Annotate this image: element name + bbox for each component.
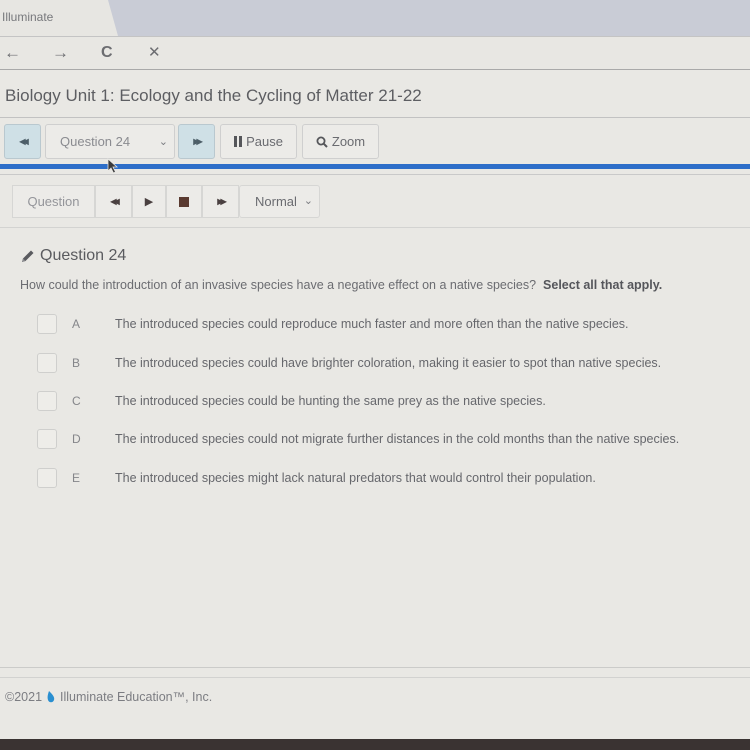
test-toolbar: ◀◀ Question 24 ⌄ ▶▶ Pause Zoom [0, 124, 750, 160]
back-arrow-icon[interactable]: ← [4, 43, 21, 63]
browser-tab[interactable]: Illuminate [0, 0, 118, 36]
audio-play-button[interactable]: ▶ [132, 185, 166, 218]
close-icon[interactable]: ✕ [148, 43, 161, 63]
option-text: The introduced species might lack natura… [115, 471, 596, 485]
browser-tab-strip: Illuminate [0, 0, 750, 36]
zoom-label: Zoom [331, 134, 366, 149]
answer-option-b[interactable]: B The introduced species could have brig… [37, 351, 749, 375]
browser-tab-title: Illuminate [2, 10, 54, 24]
option-letter: E [72, 471, 81, 485]
magnifier-icon [316, 136, 328, 148]
chevron-down-icon: ⌄ [158, 136, 168, 148]
double-chevron-left-icon: ◀◀ [19, 137, 28, 146]
pause-label: Pause [246, 134, 283, 149]
question-select-value: Question 24 [60, 134, 131, 149]
question-prompt: How could the introduction of an invasiv… [20, 278, 662, 292]
page-header: Biology Unit 1: Ecology and the Cycling … [0, 70, 750, 118]
checkbox[interactable] [37, 353, 57, 373]
answer-option-e[interactable]: E The introduced species might lack natu… [37, 466, 749, 490]
question-text: How could the introduction of an invasiv… [20, 278, 537, 292]
illuminate-logo-icon [47, 691, 55, 703]
answer-option-c[interactable]: C The introduced species could be huntin… [37, 389, 749, 413]
footer: ©2021 Illuminate Education™, Inc. [5, 690, 212, 704]
mouse-cursor-icon [107, 158, 119, 174]
divider [0, 227, 750, 228]
option-letter: A [72, 317, 81, 331]
option-letter: B [72, 356, 81, 370]
checkbox[interactable] [37, 429, 57, 449]
question-title: Question 24 [40, 247, 127, 264]
audio-question-label[interactable]: Question [12, 185, 95, 218]
question-header: Question 24 [20, 247, 126, 265]
fast-forward-icon: ▶▶ [217, 197, 226, 206]
copyright-year: ©2021 [5, 690, 43, 704]
audio-question-text: Question [27, 194, 80, 209]
company-name: Illuminate Education™, Inc. [60, 690, 213, 704]
divider [0, 667, 750, 668]
reload-icon[interactable]: C [101, 43, 113, 63]
pencil-icon [22, 250, 34, 262]
checkbox[interactable] [37, 391, 57, 411]
pause-button[interactable]: Pause [220, 124, 297, 159]
checkbox[interactable] [37, 468, 57, 488]
screen-bezel [0, 739, 750, 750]
option-text: The introduced species could be hunting … [115, 394, 546, 408]
divider [0, 174, 750, 175]
option-letter: D [72, 432, 81, 446]
page-title: Biology Unit 1: Ecology and the Cycling … [5, 86, 422, 105]
question-instruction: Select all that apply. [543, 278, 663, 292]
option-text: The introduced species could not migrate… [115, 432, 680, 446]
next-question-button[interactable]: ▶▶ [178, 124, 215, 159]
stop-icon [179, 196, 189, 207]
answer-option-a[interactable]: A The introduced species could reproduce… [37, 312, 749, 336]
divider [0, 677, 750, 678]
rewind-icon: ◀◀ [110, 197, 119, 206]
speed-select[interactable]: Normal ⌄ [239, 185, 320, 218]
audio-rewind-button[interactable]: ◀◀ [95, 185, 132, 218]
audio-forward-button[interactable]: ▶▶ [202, 185, 239, 218]
browser-nav-bar: ← → C ✕ [0, 36, 750, 70]
forward-arrow-icon[interactable]: → [52, 43, 69, 63]
zoom-button[interactable]: Zoom [302, 124, 379, 159]
double-chevron-right-icon: ▶▶ [193, 137, 202, 146]
checkbox[interactable] [37, 314, 57, 334]
chevron-down-icon: ⌄ [303, 195, 313, 207]
question-select[interactable]: Question 24 ⌄ [45, 124, 175, 159]
audio-stop-button[interactable] [166, 185, 202, 218]
previous-question-button[interactable]: ◀◀ [4, 124, 41, 159]
speed-select-value: Normal [255, 194, 297, 209]
play-icon: ▶ [144, 196, 154, 208]
pause-icon [234, 136, 243, 147]
option-letter: C [72, 394, 81, 408]
answer-option-d[interactable]: D The introduced species could not migra… [37, 427, 749, 451]
option-text: The introduced species could reproduce m… [115, 317, 629, 331]
option-text: The introduced species could have bright… [115, 356, 662, 370]
